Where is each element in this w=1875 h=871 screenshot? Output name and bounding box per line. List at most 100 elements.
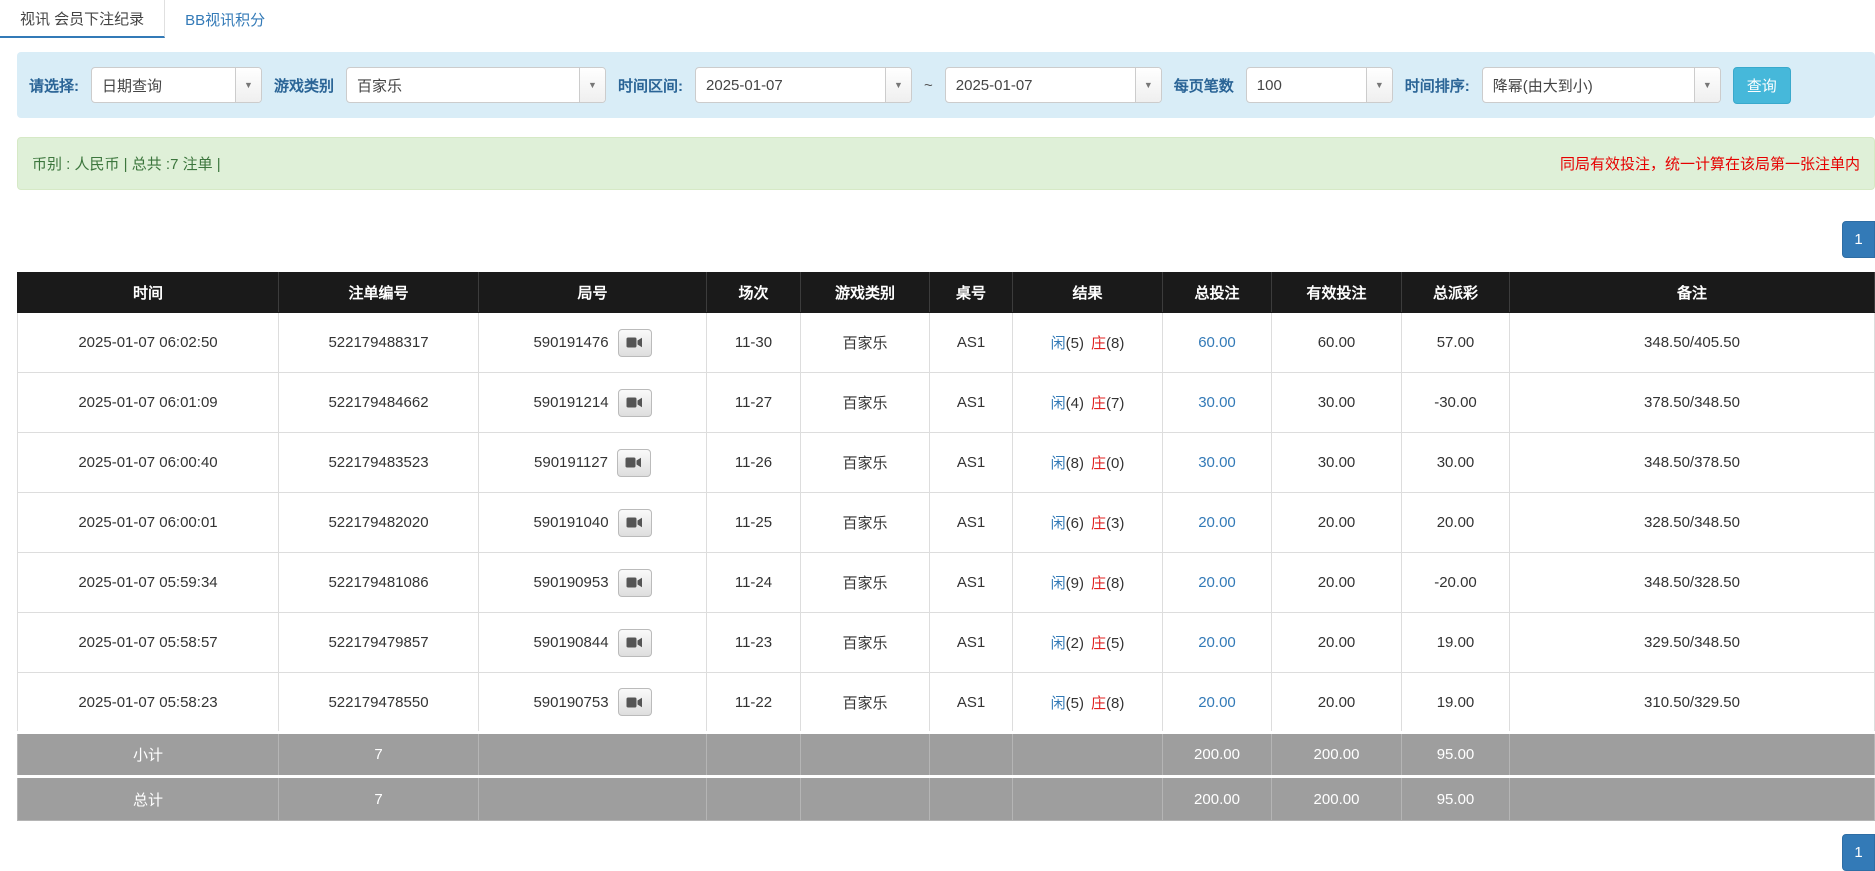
chevron-down-icon[interactable]: ▼ <box>1694 68 1720 102</box>
total-bet-link[interactable]: 60.00 <box>1198 334 1236 351</box>
cell-bet-id: 522179488317 <box>279 313 479 373</box>
video-replay-button[interactable] <box>618 688 652 716</box>
cell-table: AS1 <box>930 673 1013 733</box>
cell-payout: 57.00 <box>1402 313 1510 373</box>
cell-bet-id: 522179481086 <box>279 553 479 613</box>
cell-total-bet: 20.00 <box>1163 613 1272 673</box>
column-header-time: 时间 <box>18 273 279 313</box>
video-replay-button[interactable] <box>618 329 652 357</box>
total-bet-link[interactable]: 30.00 <box>1198 394 1236 411</box>
cell-game: 百家乐 <box>801 613 930 673</box>
result-player-value: (8) <box>1066 455 1084 472</box>
cell-payout: 19.00 <box>1402 673 1510 733</box>
cell-valid-bet: 20.00 <box>1272 553 1402 613</box>
table-row: 2025-01-07 05:59:34 522179481086 5901909… <box>18 553 1875 613</box>
cell-valid-bet: 20.00 <box>1272 493 1402 553</box>
game-type-select[interactable]: 百家乐 ▼ <box>346 67 606 103</box>
video-replay-button[interactable] <box>618 629 652 657</box>
video-replay-button[interactable] <box>618 509 652 537</box>
result-banker-label: 庄 <box>1091 395 1106 412</box>
result-banker-value: (5) <box>1106 635 1124 652</box>
result-banker-label: 庄 <box>1091 515 1106 532</box>
chevron-down-icon[interactable]: ▼ <box>1135 68 1161 102</box>
table-row: 2025-01-07 06:00:40 522179483523 5901911… <box>18 433 1875 493</box>
video-replay-button[interactable] <box>618 389 652 417</box>
column-header-bet-id: 注单编号 <box>279 273 479 313</box>
time-range-label: 时间区间: <box>618 75 683 96</box>
video-camera-icon <box>626 696 643 709</box>
date-from-select[interactable]: 2025-01-07 ▼ <box>695 67 912 103</box>
column-header-remark: 备注 <box>1510 273 1875 313</box>
result-banker-value: (7) <box>1106 395 1124 412</box>
cell-time: 2025-01-07 06:01:09 <box>18 373 279 433</box>
page-1-button[interactable]: 1 <box>1842 221 1875 258</box>
video-replay-button[interactable] <box>617 449 651 477</box>
table-row: 2025-01-07 05:58:57 522179479857 5901908… <box>18 613 1875 673</box>
result-player-label: 闲 <box>1051 395 1066 412</box>
chevron-down-icon[interactable]: ▼ <box>885 68 911 102</box>
cell-time: 2025-01-07 06:00:40 <box>18 433 279 493</box>
pagination-bottom: 1 <box>0 834 1875 871</box>
date-type-select[interactable]: 日期查询 ▼ <box>91 67 262 103</box>
video-replay-button[interactable] <box>618 569 652 597</box>
total-bet-link[interactable]: 20.00 <box>1198 574 1236 591</box>
sort-order-select[interactable]: 降幂(由大到小) ▼ <box>1482 67 1721 103</box>
result-player-label: 闲 <box>1051 635 1066 652</box>
cell-game: 百家乐 <box>801 493 930 553</box>
total-bet-link[interactable]: 20.00 <box>1198 514 1236 531</box>
date-type-value: 日期查询 <box>92 68 235 102</box>
valid-bet-notice-text: 同局有效投注，统一计算在该局第一张注单内 <box>1560 153 1860 174</box>
page-1-button-bottom[interactable]: 1 <box>1842 834 1875 871</box>
bets-table: 时间 注单编号 局号 场次 游戏类别 桌号 结果 总投注 有效投注 总派彩 备注… <box>17 272 1875 821</box>
column-header-game: 游戏类别 <box>801 273 930 313</box>
total-bet-link[interactable]: 20.00 <box>1198 634 1236 651</box>
grand-total-row: 总计 7 200.00 200.00 95.00 <box>18 777 1875 821</box>
cell-total-bet: 20.00 <box>1163 493 1272 553</box>
cell-bet-id: 522179478550 <box>279 673 479 733</box>
grand-total-label: 总计 <box>18 777 279 821</box>
total-bet-link[interactable]: 20.00 <box>1198 694 1236 711</box>
cell-total-bet: 20.00 <box>1163 673 1272 733</box>
total-bet-link[interactable]: 30.00 <box>1198 454 1236 471</box>
cell-table: AS1 <box>930 433 1013 493</box>
tab-bb-points[interactable]: BB视讯积分 <box>165 0 285 38</box>
video-camera-icon <box>626 336 643 349</box>
pagination-top: 1 <box>0 221 1875 258</box>
filter-bar: 请选择: 日期查询 ▼ 游戏类别 百家乐 ▼ 时间区间: 2025-01-07 … <box>17 52 1875 118</box>
cell-table: AS1 <box>930 613 1013 673</box>
page-size-select[interactable]: 100 ▼ <box>1246 67 1393 103</box>
table-row: 2025-01-07 06:02:50 522179488317 5901914… <box>18 313 1875 373</box>
date-to-select[interactable]: 2025-01-07 ▼ <box>945 67 1162 103</box>
cell-table: AS1 <box>930 313 1013 373</box>
table-header-row: 时间 注单编号 局号 场次 游戏类别 桌号 结果 总投注 有效投注 总派彩 备注 <box>18 273 1875 313</box>
chevron-down-icon[interactable]: ▼ <box>235 68 261 102</box>
grand-total-count: 7 <box>279 777 479 821</box>
cell-valid-bet: 30.00 <box>1272 433 1402 493</box>
cell-payout: -20.00 <box>1402 553 1510 613</box>
result-player-value: (2) <box>1066 635 1084 652</box>
table-body: 2025-01-07 06:02:50 522179488317 5901914… <box>18 313 1875 733</box>
chevron-down-icon[interactable]: ▼ <box>1366 68 1392 102</box>
cell-time: 2025-01-07 05:58:57 <box>18 613 279 673</box>
cell-valid-bet: 60.00 <box>1272 313 1402 373</box>
summary-bar: 币别 : 人民币 | 总共 :7 注单 | 同局有效投注，统一计算在该局第一张注… <box>17 137 1875 190</box>
game-type-label: 游戏类别 <box>274 75 334 96</box>
result-player-label: 闲 <box>1051 575 1066 592</box>
column-header-round: 局号 <box>479 273 707 313</box>
result-banker-value: (8) <box>1106 695 1124 712</box>
sort-order-value: 降幂(由大到小) <box>1483 68 1694 102</box>
result-banker-value: (0) <box>1106 455 1124 472</box>
query-button[interactable]: 查询 <box>1733 67 1791 104</box>
tab-bar: 视讯 会员下注纪录 BB视讯积分 <box>0 0 1875 38</box>
chevron-down-icon[interactable]: ▼ <box>579 68 605 102</box>
video-camera-icon <box>626 516 643 529</box>
page-size-value: 100 <box>1247 68 1366 102</box>
result-banker-label: 庄 <box>1091 575 1106 592</box>
tab-betting-records[interactable]: 视讯 会员下注纪录 <box>0 0 165 38</box>
page-size-label: 每页笔数 <box>1174 75 1234 96</box>
subtotal-total-bet: 200.00 <box>1163 733 1272 777</box>
column-header-total-bet: 总投注 <box>1163 273 1272 313</box>
cell-round: 590191214 <box>479 373 707 433</box>
video-camera-icon <box>626 576 643 589</box>
result-banker-value: (8) <box>1106 575 1124 592</box>
